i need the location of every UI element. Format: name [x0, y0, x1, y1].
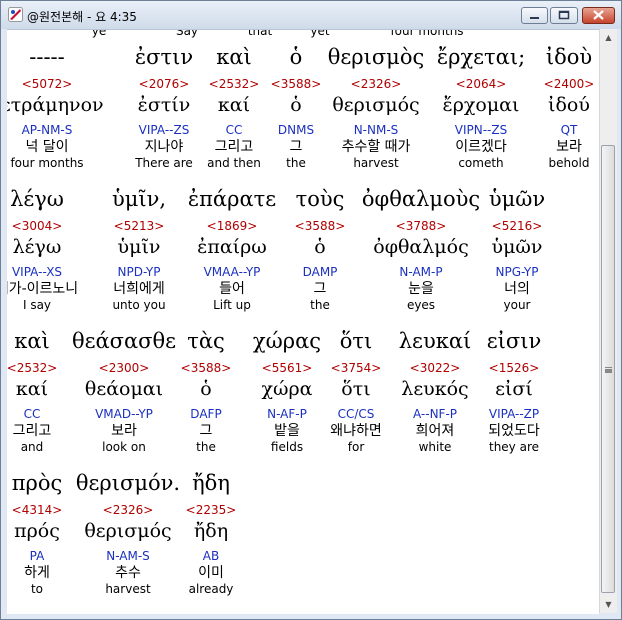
vertical-scrollbar[interactable]: ▲ ▼ [599, 29, 617, 613]
app-window: @원전본해 - 요 4:35 notyeSaythatyetfour month… [0, 0, 622, 620]
scroll-down-arrow-icon[interactable]: ▼ [600, 596, 617, 613]
selection-blank [7, 30, 65, 45]
english-gloss: behold [548, 156, 590, 170]
greek-word: ----- [29, 45, 65, 69]
verse-panel: notyeSaythatyetfour months -----<5072>τε… [7, 29, 599, 614]
partial-english-gloss: ye [91, 29, 107, 38]
strong-number: <5216> [491, 219, 543, 233]
strong-number: <1526> [488, 361, 540, 375]
korean-gloss: 넉 달이 [25, 139, 69, 155]
english-gloss: they are [488, 440, 539, 454]
app-icon [8, 7, 23, 22]
partial-english-gloss: four months [390, 29, 464, 38]
minimize-icon [530, 17, 539, 19]
lexical-form: τετράμηνον [7, 94, 104, 116]
lexical-form: ὑμῶν [491, 236, 543, 258]
partial-english-gloss: yet [310, 29, 330, 38]
parsing-code: VIPA--ZP [488, 407, 540, 421]
word-cell[interactable]: εἰσιν <1526> εἰσί VIPA--ZP 되었도다 they are [454, 329, 574, 455]
english-gloss: four months [10, 156, 84, 170]
strong-number: <2400> [543, 77, 595, 91]
korean-gloss: 너의 [504, 281, 530, 297]
greek-word: εἰσιν [486, 329, 542, 353]
greek-word: ὑμῶν [488, 187, 546, 211]
english-gloss: harvest [353, 156, 399, 170]
word-cell[interactable]: ἤδη <2235> ἤδη AB 이미 already [151, 471, 271, 597]
parsing-code: NPG-YP [495, 265, 539, 279]
title-bar[interactable]: @원전본해 - 요 4:35 [1, 1, 621, 29]
english-gloss: your [503, 298, 531, 312]
korean-gloss: 보라 [556, 139, 582, 155]
greek-word: ἰδοὺ [545, 45, 593, 69]
word-cell[interactable]: ὑμῶν <5216> ὑμῶν NPG-YP 너의 your [457, 187, 577, 313]
scroll-thumb[interactable] [601, 145, 615, 593]
strong-number: <2326> [350, 77, 402, 91]
minimize-button[interactable] [521, 7, 548, 24]
word-cell[interactable]: ἰδοὺ <2400> ἰδού QT 보라 behold [509, 45, 599, 171]
scroll-up-arrow-icon[interactable]: ▲ [600, 29, 617, 46]
korean-gloss: 추수할 때가 [341, 139, 411, 155]
strong-number: <2235> [185, 503, 237, 517]
parsing-code: AB [202, 549, 220, 563]
korean-gloss: 이미 [198, 565, 224, 581]
maximize-icon [558, 10, 570, 20]
parsing-code: N-NM-S [353, 123, 399, 137]
lexical-form: θερισμός [332, 94, 420, 116]
strong-number: <5072> [21, 77, 73, 91]
english-gloss: already [188, 582, 234, 596]
lexical-form: ἤδη [193, 520, 229, 542]
greek-word: ἤδη [192, 471, 230, 495]
word-cell[interactable]: θερισμὸς <2326> θερισμός N-NM-S 추수할 때가 harves… [316, 45, 436, 171]
korean-gloss: 되었도다 [488, 423, 540, 439]
parsing-code: AP-NM-S [21, 123, 73, 137]
maximize-button[interactable] [550, 7, 578, 24]
lexical-form: εἰσί [495, 378, 533, 400]
close-icon [593, 10, 604, 20]
greek-word: θερισμὸς [327, 45, 425, 69]
parsing-code: QT [560, 123, 578, 137]
grip-icon [605, 367, 612, 369]
word-cell[interactable]: ----- <5072> τετράμηνον AP-NM-S 넉 달이four mon… [7, 45, 107, 171]
close-button[interactable] [582, 7, 615, 24]
window-title: @원전본해 - 요 4:35 [27, 10, 137, 24]
partial-english-gloss: Say [175, 29, 199, 38]
lexical-form: ἰδού [548, 94, 590, 116]
